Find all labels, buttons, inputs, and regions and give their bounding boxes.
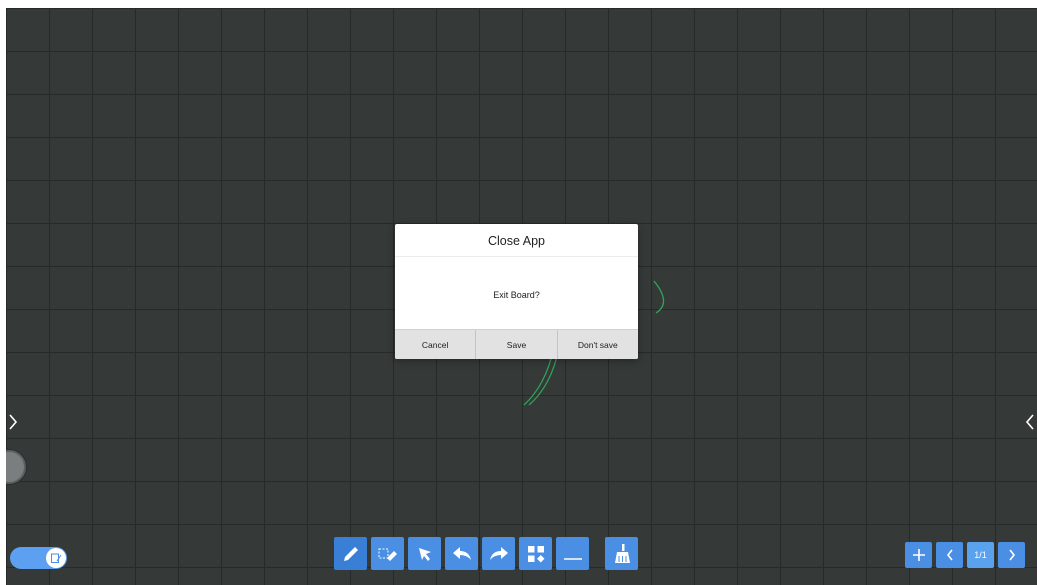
select-arrow-icon xyxy=(418,547,431,561)
undo-button[interactable] xyxy=(445,537,478,570)
add-page-button[interactable] xyxy=(905,542,932,568)
chevron-right-icon xyxy=(9,414,18,430)
expand-left-panel-button[interactable] xyxy=(6,405,20,439)
plus-icon xyxy=(912,549,925,561)
mode-toggle-knob xyxy=(46,548,66,568)
clear-board-button[interactable] xyxy=(605,537,638,570)
mode-toggle-switch[interactable] xyxy=(10,547,67,569)
apps-grid-icon xyxy=(527,545,544,562)
bottom-toolbar xyxy=(334,537,638,571)
cancel-button[interactable]: Cancel xyxy=(395,330,475,359)
pen-tool-button[interactable] xyxy=(334,537,367,570)
chevron-right-icon xyxy=(1008,549,1015,561)
chevron-left-icon xyxy=(1025,414,1034,430)
apps-menu-button[interactable] xyxy=(519,537,552,570)
select-tool-button[interactable] xyxy=(408,537,441,570)
pen-icon xyxy=(343,546,358,561)
page-navigation: 1/1 xyxy=(905,542,1025,568)
line-width-icon xyxy=(563,557,582,560)
undo-icon xyxy=(452,546,471,560)
redo-icon xyxy=(489,546,508,560)
redo-button[interactable] xyxy=(482,537,515,570)
clear-broom-icon xyxy=(614,543,630,563)
eraser-icon xyxy=(378,548,397,561)
line-width-button[interactable] xyxy=(556,537,589,570)
chevron-left-icon xyxy=(946,549,953,561)
save-button[interactable]: Save xyxy=(475,330,556,359)
next-page-button[interactable] xyxy=(998,542,1025,568)
close-app-dialog: Close App Exit Board? Cancel Save Don't … xyxy=(395,224,638,359)
dialog-button-row: Cancel Save Don't save xyxy=(395,329,638,359)
edit-page-icon xyxy=(51,553,62,563)
dialog-title: Close App xyxy=(395,224,638,257)
floating-menu-button[interactable] xyxy=(6,450,26,484)
dialog-message: Exit Board? xyxy=(493,290,540,300)
dont-save-button[interactable]: Don't save xyxy=(556,330,638,359)
page-indicator[interactable]: 1/1 xyxy=(967,542,994,568)
previous-page-button[interactable] xyxy=(936,542,963,568)
eraser-tool-button[interactable] xyxy=(371,537,404,570)
expand-right-panel-button[interactable] xyxy=(1023,405,1037,439)
